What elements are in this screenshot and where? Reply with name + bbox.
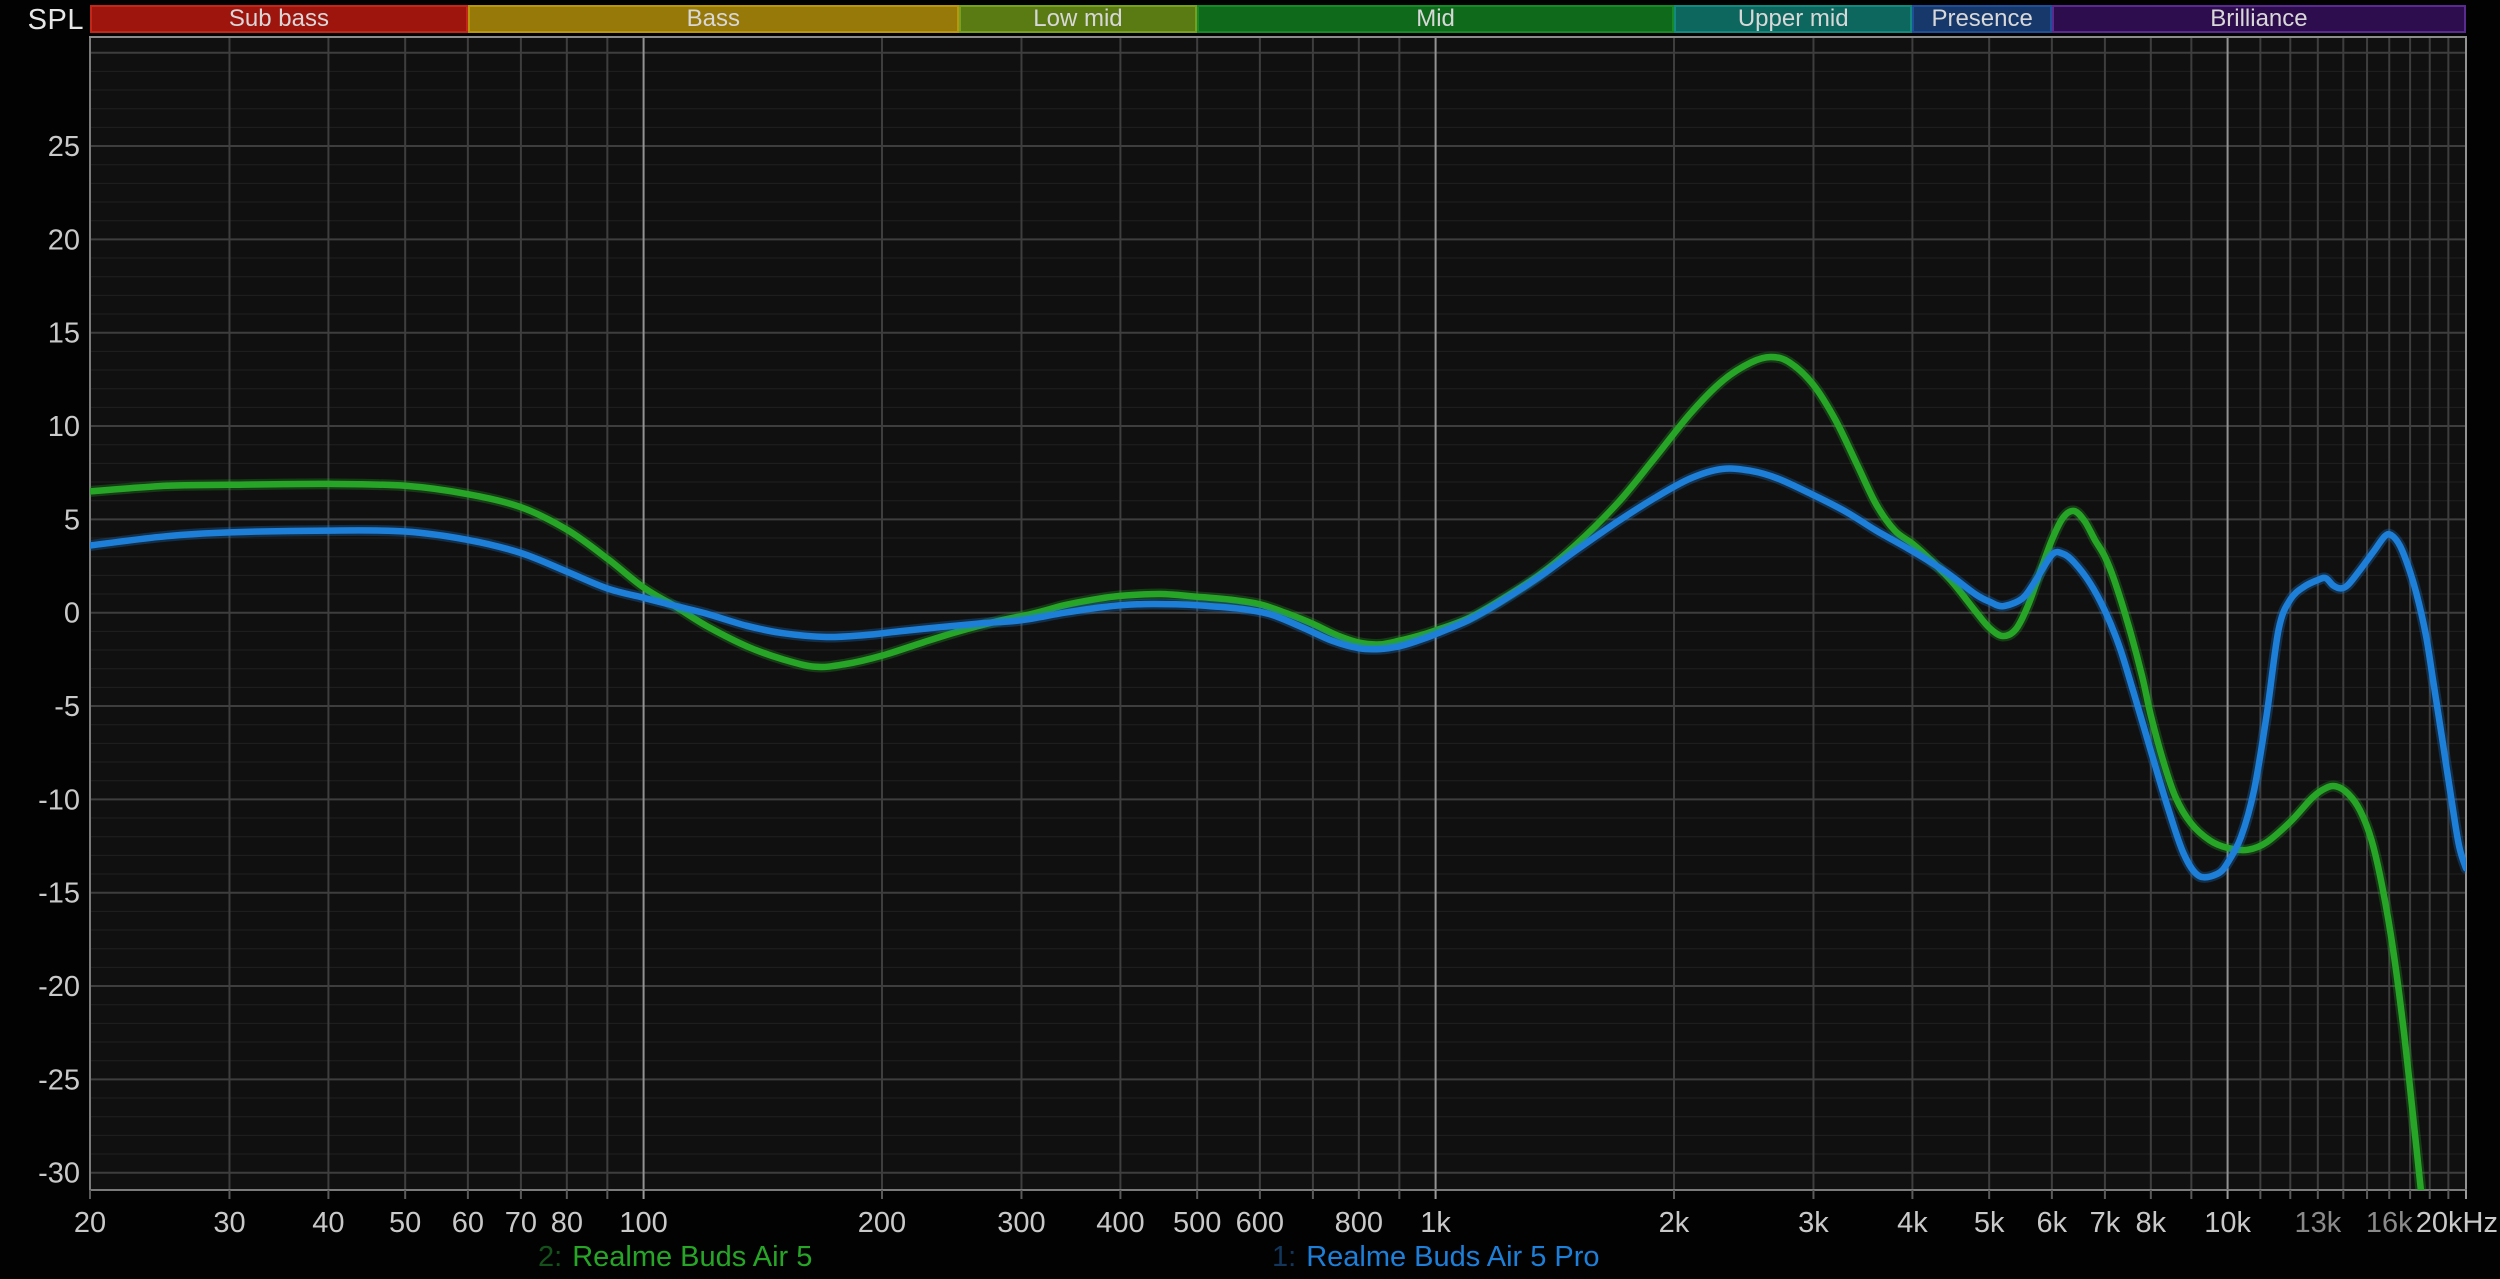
x-axis-tick-label: 50 — [389, 1207, 421, 1239]
y-axis-tick-label: -5 — [54, 691, 80, 723]
legend: 2: Realme Buds Air 5 1: Realme Buds Air 5 P… — [0, 1241, 2500, 1279]
x-axis-tick-label: 1k — [1420, 1207, 1451, 1239]
y-axis-tick-label: -30 — [38, 1158, 80, 1190]
legend-item-realme-buds-air-5[interactable]: 2: Realme Buds Air 5 — [538, 1241, 812, 1274]
x-axis-tick-label: 6k — [2037, 1207, 2068, 1239]
x-axis-tick-label: 3k — [1798, 1207, 1829, 1239]
y-axis-tick-label: -10 — [38, 784, 80, 816]
x-axis-tick-label: 2k — [1659, 1207, 1690, 1239]
x-axis-tick-label: 600 — [1236, 1207, 1284, 1239]
x-axis-tick-label: 30 — [213, 1207, 245, 1239]
x-axis-tick-label: 13k — [2294, 1207, 2341, 1239]
x-axis-tick-label: 300 — [997, 1207, 1045, 1239]
x-axis-tick-label: 70 — [505, 1207, 537, 1239]
y-axis-tick-label: 20 — [48, 224, 80, 256]
x-axis-tick-label: 20 — [74, 1207, 106, 1239]
y-axis-tick-label: -20 — [38, 971, 80, 1003]
x-axis-tick-label: 60 — [452, 1207, 484, 1239]
y-axis-tick-label: 5 — [64, 504, 80, 536]
y-axis-tick-label: 15 — [48, 318, 80, 350]
x-axis-tick-label: 8k — [2136, 1207, 2167, 1239]
x-axis-tick-label: 400 — [1096, 1207, 1144, 1239]
x-axis-tick-label: 5k — [1974, 1207, 2005, 1239]
y-axis-tick-label: 25 — [48, 131, 80, 163]
x-axis-tick-label: 10k — [2204, 1207, 2251, 1239]
x-axis-tick-label: 100 — [619, 1207, 667, 1239]
legend-series-number: 1: — [1272, 1241, 1297, 1273]
x-axis-tick-label: 4k — [1897, 1207, 1928, 1239]
plot-area: 2520151050-5-10-15-20-25-3020 30 40 50 60 70 8… — [38, 36, 2498, 1239]
y-axis-tick-label: -25 — [38, 1064, 80, 1096]
y-axis-tick-label: 10 — [48, 411, 80, 443]
x-axis-tick-label: 7k — [2090, 1207, 2121, 1239]
legend-series-label: Realme Buds Air 5 Pro — [1306, 1241, 1600, 1273]
legend-series-label: Realme Buds Air 5 — [572, 1241, 813, 1273]
x-axis-tick-label: 80 — [551, 1207, 583, 1239]
x-axis-tick-label: 200 — [858, 1207, 906, 1239]
legend-series-number: 2: — [538, 1241, 563, 1273]
x-axis-tick-label: 40 — [312, 1207, 344, 1239]
frequency-response-chart: SPL Sub bass Bass Low mid Mid Upper mid Prese… — [0, 0, 2500, 1279]
legend-item-realme-buds-air-5-pro[interactable]: 1: Realme Buds Air 5 Pro — [1272, 1241, 1600, 1274]
y-axis-tick-label: 0 — [64, 598, 80, 630]
x-axis-tick-label: 800 — [1335, 1207, 1383, 1239]
y-axis-tick-label: -15 — [38, 878, 80, 910]
x-axis-tick-label: 20kHz — [2416, 1207, 2498, 1239]
x-axis-tick-label: 500 — [1173, 1207, 1221, 1239]
x-axis-tick-label: 16k — [2366, 1207, 2413, 1239]
